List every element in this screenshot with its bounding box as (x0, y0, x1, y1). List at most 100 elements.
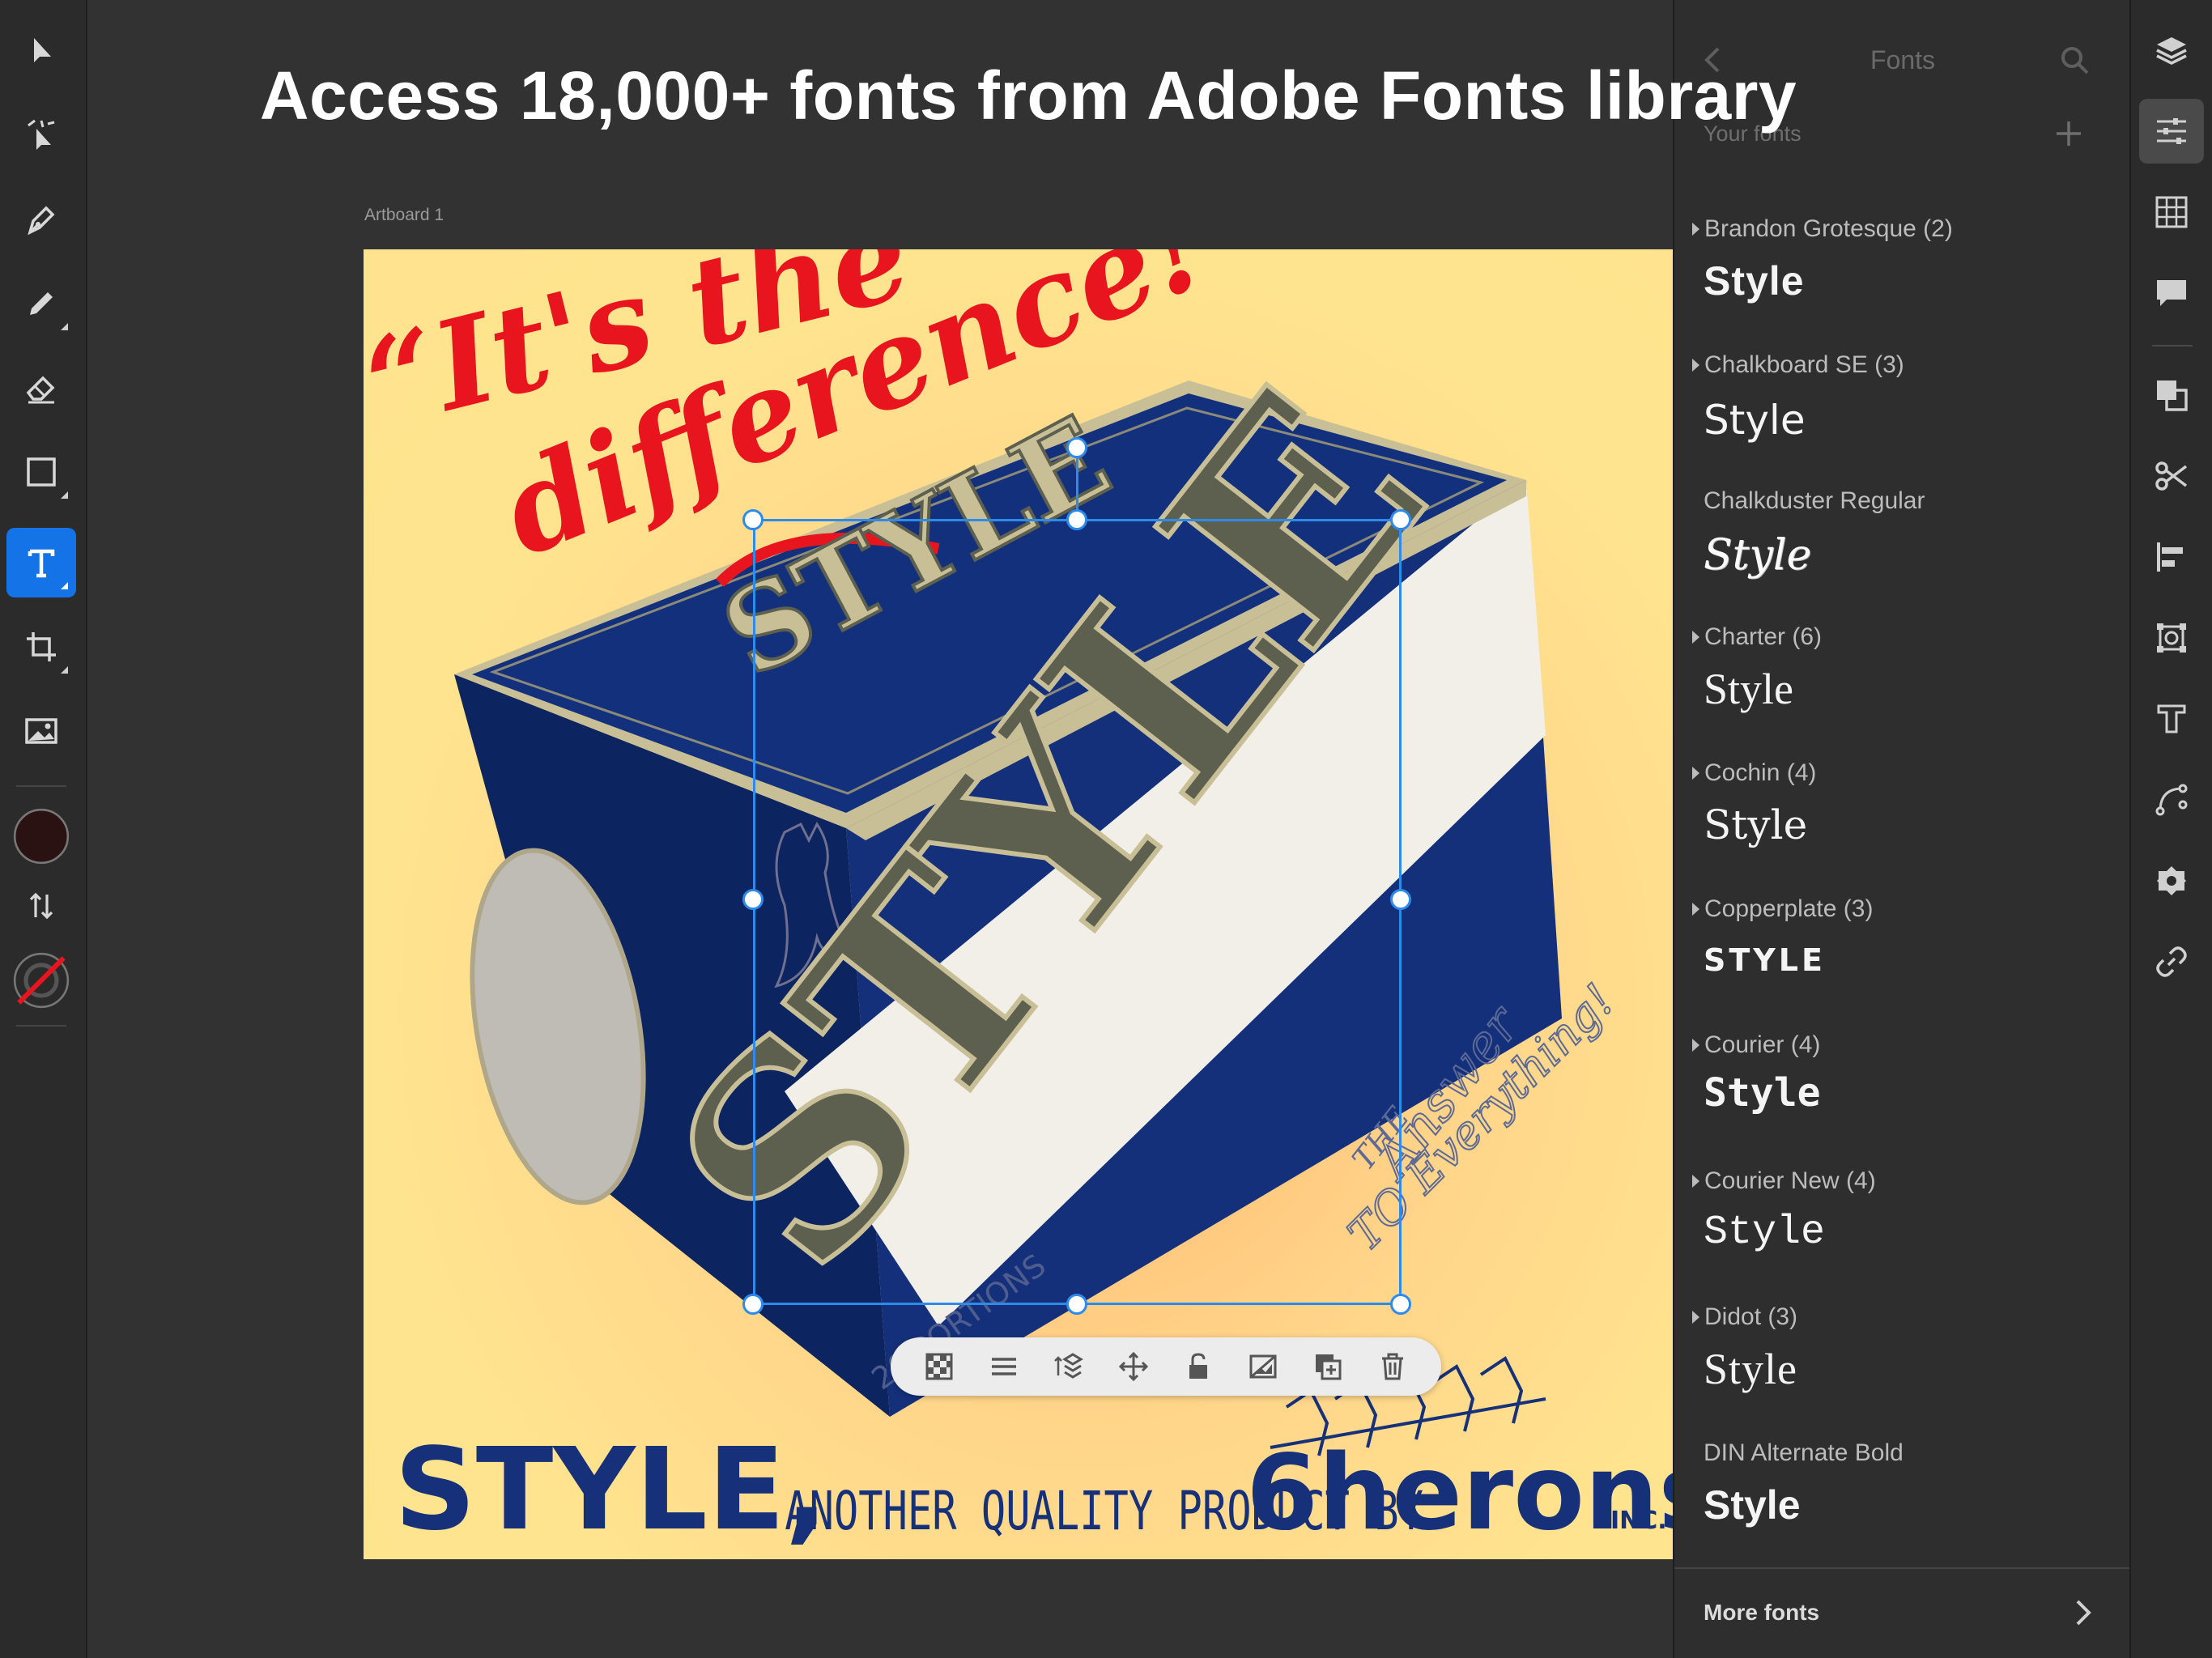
lock-button[interactable] (1176, 1344, 1221, 1389)
symbols-panel-button[interactable] (2139, 848, 2204, 913)
left-toolbar (0, 0, 87, 1658)
align-menu-button[interactable] (981, 1344, 1027, 1389)
context-toolbar (891, 1337, 1441, 1396)
pen-tool[interactable] (6, 185, 76, 254)
expand-triangle-icon[interactable] (1692, 359, 1699, 372)
selection-handle-bottom[interactable] (1066, 1294, 1087, 1315)
font-item-courier-new[interactable]: Courier New (4) Style (1674, 1167, 2131, 1303)
expand-triangle-icon[interactable] (1692, 903, 1699, 916)
selection-handle-bottom-left[interactable] (742, 1294, 764, 1315)
move-arrows-icon (1118, 1351, 1149, 1382)
font-family-name: Courier New (4) (1704, 1167, 1876, 1194)
add-font-icon[interactable] (2053, 118, 2084, 149)
text-selection-box[interactable] (753, 519, 1402, 1305)
font-family-name: Brandon Grotesque (2) (1704, 215, 1953, 242)
link-icon (2156, 946, 2187, 977)
mask-button[interactable] (1240, 1344, 1286, 1389)
bezier-path-icon (2155, 784, 2188, 816)
rotation-handle[interactable] (1066, 437, 1087, 458)
comments-panel-button[interactable] (2139, 261, 2204, 325)
font-item-copperplate[interactable]: Copperplate (3) STYLE (1674, 895, 2131, 1031)
align-panel-button[interactable] (2139, 525, 2204, 589)
align-left-icon (2157, 542, 2183, 572)
canvas[interactable]: Artboard 1 “It's the difference!” STYLE … (89, 0, 1674, 1658)
grid-panel-button[interactable] (2139, 180, 2204, 244)
duplicate-button[interactable] (1305, 1344, 1351, 1389)
path-panel-button[interactable] (2139, 767, 2204, 832)
chevron-right-icon[interactable] (2068, 1596, 2097, 1629)
pencil-tool[interactable] (6, 269, 76, 338)
transform-panel-button[interactable] (2139, 606, 2204, 670)
font-item-cochin[interactable]: Cochin (4) Style (1674, 759, 2131, 895)
fill-color-swatch[interactable] (6, 801, 76, 871)
selection-handle-bottom-right[interactable] (1390, 1294, 1411, 1315)
font-sample: Style (1704, 1482, 1801, 1528)
image-icon (25, 718, 57, 744)
toolbar-divider (16, 1025, 66, 1027)
font-sample: Style (1704, 531, 1812, 580)
expand-triangle-icon[interactable] (1692, 631, 1699, 644)
font-item-courier[interactable]: Courier (4) Style (1674, 1031, 2131, 1167)
font-sample: Style (1704, 1209, 1826, 1256)
expand-triangle-icon[interactable] (1692, 223, 1699, 236)
search-icon[interactable] (2058, 44, 2091, 76)
more-fonts-link[interactable]: More fonts (1704, 1600, 1819, 1626)
fill-swatch-icon (13, 808, 70, 865)
properties-panel-button[interactable] (2139, 99, 2204, 164)
expand-triangle-icon[interactable] (1692, 1175, 1699, 1188)
transform-icon (2157, 623, 2186, 653)
checkerboard-icon (925, 1353, 953, 1380)
rectangle-icon (27, 457, 56, 487)
font-family-name: Chalkduster Regular (1704, 487, 1925, 514)
font-item-din-alternate[interactable]: DIN Alternate Bold Style (1674, 1439, 2131, 1575)
stroke-color-swatch[interactable] (6, 946, 76, 1015)
arrange-button[interactable] (1046, 1344, 1091, 1389)
selection-handle-top-left[interactable] (742, 509, 764, 530)
grid-icon (2155, 196, 2188, 228)
mask-icon (1249, 1354, 1277, 1379)
font-sample: Style (1704, 258, 1805, 304)
pathfinder-icon (2157, 380, 2188, 411)
expand-triangle-icon[interactable] (1692, 767, 1699, 780)
font-item-charter[interactable]: Charter (6) Style (1674, 623, 2131, 759)
eraser-tool[interactable] (6, 353, 76, 423)
delete-button[interactable] (1370, 1344, 1415, 1389)
transparency-button[interactable] (917, 1344, 962, 1389)
font-item-chalkduster[interactable]: Chalkduster Regular Style (1674, 487, 2131, 623)
font-item-brandon-grotesque[interactable]: Brandon Grotesque (2) Style (1674, 215, 2131, 351)
font-sample: Style (1704, 801, 1808, 848)
type-icon (28, 549, 55, 578)
selection-handle-right[interactable] (1390, 889, 1411, 910)
selection-handle-top-right[interactable] (1390, 509, 1411, 530)
eraser-icon (26, 376, 55, 404)
image-tool[interactable] (6, 696, 76, 766)
layers-panel-button[interactable] (2139, 18, 2204, 83)
pathfinder-panel-button[interactable] (2139, 363, 2204, 427)
symbols-icon (2157, 866, 2186, 895)
font-sample: STYLE (1704, 942, 1826, 978)
fonts-panel: Fonts Your fonts Brandon Grotesque (2) S… (1673, 0, 2131, 1658)
crop-icon (27, 632, 56, 661)
swap-colors-button[interactable] (6, 871, 76, 941)
font-family-name: Copperplate (3) (1704, 895, 1874, 922)
company-text: 6herons (1246, 1433, 1674, 1554)
selection-handle-left[interactable] (742, 889, 764, 910)
links-panel-button[interactable] (2139, 929, 2204, 994)
type-tool[interactable] (6, 528, 76, 597)
move-button[interactable] (1111, 1344, 1156, 1389)
promo-headline: Access 18,000+ fonts from Adobe Fonts li… (259, 57, 1797, 134)
selection-handle-top[interactable] (1066, 509, 1087, 530)
artboard-label[interactable]: Artboard 1 (364, 206, 444, 225)
panel-divider (1674, 1567, 2131, 1569)
transform-tool[interactable] (6, 612, 76, 682)
expand-triangle-icon[interactable] (1692, 1039, 1699, 1052)
cut-panel-button[interactable] (2139, 444, 2204, 508)
font-item-chalkboard-se[interactable]: Chalkboard SE (3) Style (1674, 351, 2131, 487)
font-sample: Style (1704, 1345, 1798, 1393)
font-item-didot[interactable]: Didot (3) Style (1674, 1303, 2131, 1439)
character-panel-button[interactable] (2139, 687, 2204, 751)
rectangle-tool[interactable] (6, 437, 76, 507)
pen-icon (28, 206, 55, 236)
font-sample: Style (1704, 1070, 1821, 1116)
expand-triangle-icon[interactable] (1692, 1311, 1699, 1324)
